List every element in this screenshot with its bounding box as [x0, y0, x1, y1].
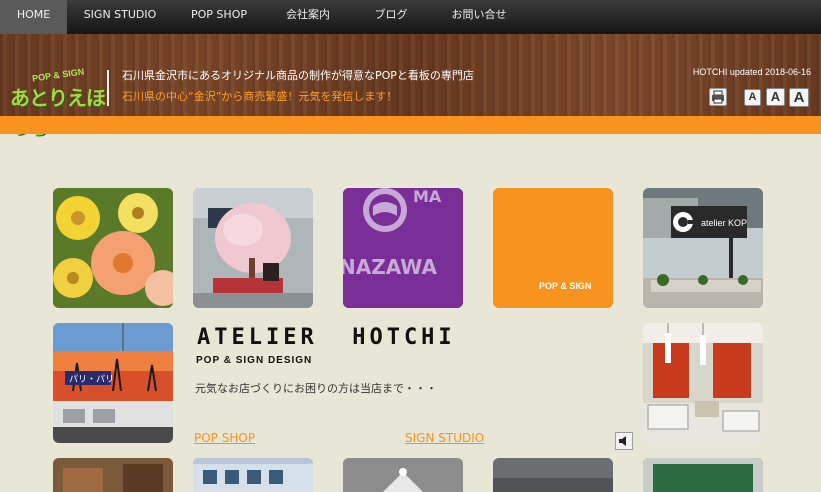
nav-sign-studio[interactable]: SIGN STUDIO	[67, 0, 173, 34]
tile-kop-sign[interactable]: atelier KOP	[643, 188, 763, 308]
updated-date: HOTCHI updated 2018-06-16	[692, 67, 811, 77]
logo-divider	[107, 70, 109, 106]
lead-text: 元気なお店づくりにお困りの方は当店まで・・・	[195, 382, 437, 395]
purple-flag-bottom-text: NAZAWA	[343, 255, 437, 279]
tile-row3-3[interactable]	[343, 458, 463, 492]
shop-front-image: パリ・パリ	[53, 323, 173, 443]
font-size-small-button[interactable]: A	[744, 89, 761, 106]
tile-cherry-tree[interactable]	[193, 188, 313, 308]
tile-row3-2[interactable]	[193, 458, 313, 492]
kop-signboard-image: atelier KOP	[643, 188, 763, 308]
pop-shop-link[interactable]: POP SHOP	[194, 431, 255, 445]
top-nav: HOME SIGN STUDIO POP SHOP 会社案内 ブログ お問い合せ	[0, 0, 821, 34]
font-size-medium-button[interactable]: A	[766, 88, 785, 106]
lamp-image	[343, 458, 463, 492]
purple-flag-image: MA NAZAWA	[343, 188, 463, 308]
site-logo[interactable]: POP & SIGN あとりえほっち	[10, 66, 106, 139]
tile-shop-front[interactable]: パリ・パリ	[53, 323, 173, 443]
shop-sign-text: パリ・パリ	[69, 374, 114, 385]
nav-blog[interactable]: ブログ	[351, 0, 431, 34]
accent-band	[0, 116, 821, 134]
cherry-tree-display-image	[193, 188, 313, 308]
nav-company[interactable]: 会社案内	[265, 0, 351, 34]
nav-home[interactable]: HOME	[0, 0, 67, 34]
tile-flowers[interactable]	[53, 188, 173, 308]
furniture-image	[53, 458, 173, 492]
kop-sign-text: atelier KOP	[701, 218, 747, 228]
interior-display-image	[643, 323, 763, 443]
pop-sign-caption: POP & SIGN	[539, 281, 592, 291]
sign-studio-link[interactable]: SIGN STUDIO	[405, 431, 484, 445]
site-subtagline: 石川県の中心“金沢”から商売繁盛！元気を発信します！	[122, 90, 398, 103]
dark-facade-image	[493, 458, 613, 492]
building-image	[193, 458, 313, 492]
site-subtitle: POP & SIGN DESIGN	[196, 355, 313, 366]
green-awning-image	[643, 458, 763, 492]
flowers-image	[53, 188, 173, 308]
nav-contact[interactable]: お問い合せ	[431, 0, 527, 34]
print-button[interactable]	[709, 88, 727, 106]
sound-toggle-button[interactable]	[615, 432, 633, 450]
tile-row3-1[interactable]	[53, 458, 173, 492]
tile-interior[interactable]	[643, 323, 763, 443]
speaker-icon	[619, 436, 626, 446]
tile-row3-5[interactable]	[643, 458, 763, 492]
purple-flag-top-text: MA	[413, 188, 442, 206]
site-title: ATELIER HOTCHI	[197, 325, 456, 350]
font-size-large-button[interactable]: A	[789, 88, 809, 107]
tile-purple-flag[interactable]: MA NAZAWA	[343, 188, 463, 308]
tile-pop-sign[interactable]: POP & SIGN	[493, 188, 613, 308]
printer-icon	[712, 90, 724, 104]
nav-pop-shop[interactable]: POP SHOP	[173, 0, 265, 34]
tile-row3-4[interactable]	[493, 458, 613, 492]
site-tagline: 石川県金沢市にあるオリジナル商品の制作が得意なPOPと看板の専門店	[122, 69, 474, 82]
